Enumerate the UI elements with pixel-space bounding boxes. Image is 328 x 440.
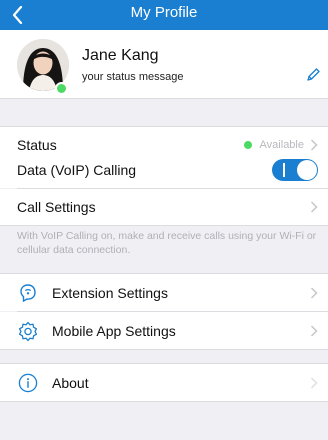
extension-settings-row[interactable]: Extension Settings (0, 274, 328, 311)
available-dot (243, 141, 252, 149)
chevron-right-icon (310, 286, 318, 299)
mobile-app-settings-row[interactable]: Mobile App Settings (0, 312, 328, 349)
divider (0, 349, 328, 350)
about-row[interactable]: About (0, 364, 328, 401)
voip-calling-footnote: With VoIP Calling on, make and receive c… (17, 230, 317, 256)
divider (0, 401, 328, 402)
status-value-text: Available (259, 139, 304, 151)
chevron-right-icon (310, 376, 318, 389)
mobile-app-settings-label: Mobile App Settings (52, 322, 176, 339)
status-message[interactable]: your status message (82, 71, 184, 83)
gear-icon (18, 321, 38, 341)
navigation-bar: My Profile (0, 0, 328, 30)
divider (0, 98, 328, 99)
about-label: About (52, 374, 89, 391)
extension-settings-label: Extension Settings (52, 284, 168, 301)
chevron-right-icon (310, 139, 318, 151)
page-title: My Profile (130, 4, 198, 21)
profile-card[interactable]: Jane Kang your status message (0, 30, 328, 98)
chevron-right-icon (310, 201, 318, 213)
toggle-knob[interactable] (297, 159, 317, 180)
profile-name: Jane Kang (82, 47, 159, 64)
voip-calling-label: Data (VoIP) Calling (17, 161, 137, 178)
call-settings-row[interactable]: Call Settings (0, 189, 328, 225)
divider (0, 225, 328, 226)
data-voip-calling-row: Data (VoIP) Calling (0, 151, 328, 188)
toggle-on-mark (283, 162, 285, 177)
status-value: Available (243, 139, 304, 151)
pencil-icon (307, 68, 320, 81)
extension-icon (20, 283, 36, 302)
edit-status-button[interactable] (304, 66, 322, 84)
voip-calling-toggle[interactable] (272, 158, 318, 181)
chevron-right-icon (310, 324, 318, 337)
call-settings-label: Call Settings (17, 199, 96, 215)
presence-indicator (55, 82, 68, 95)
info-icon (18, 373, 38, 392)
